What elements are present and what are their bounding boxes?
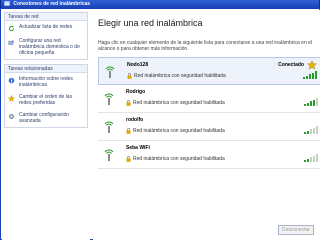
related-tasks-title: Tareas relacionadas <box>5 65 87 73</box>
advanced-settings-label: Cambiar configuración avanzada <box>19 112 70 124</box>
signal-bar <box>313 99 315 106</box>
signal-bar <box>304 132 306 134</box>
wireless-info-task[interactable]: Información sobre redes inalámbricas <box>5 73 87 91</box>
refresh-network-list-task[interactable]: Actualizar lista de redes <box>5 21 87 35</box>
network-tasks-title: Tareas de red <box>5 13 87 21</box>
gear-icon <box>9 114 14 119</box>
preferred-star-icon <box>307 60 317 70</box>
related-tasks-group: Tareas relacionadas Información sobre re… <box>4 64 88 128</box>
signal-bar <box>313 155 315 162</box>
signal-strength-bars <box>304 97 318 106</box>
wireless-signal-icon <box>104 93 114 105</box>
lock-icon <box>126 156 131 162</box>
signal-bar <box>312 72 314 79</box>
network-pane: Elegir una red inalámbrica Haga clic en … <box>93 10 320 240</box>
window-title: Conexiones de red inalámbricas <box>13 1 91 7</box>
signal-bar <box>315 71 317 79</box>
setup-wireless-label: Configurar una red inalámbrica doméstica… <box>19 38 80 56</box>
signal-bar <box>306 75 308 79</box>
signal-bar <box>307 158 309 162</box>
security-text: Red inalámbrica con seguridad habilitada <box>133 128 225 134</box>
network-name: rodolfo <box>126 117 144 123</box>
signal-bar <box>307 102 309 106</box>
task-pane: Tareas de red Actualizar lista de redes … <box>2 10 90 240</box>
signal-bar <box>316 154 318 162</box>
wireless-signal-icon <box>104 121 114 133</box>
change-preferred-order-label: Cambiar el orden de las redes preferidas <box>19 94 73 106</box>
signal-bar <box>310 129 312 134</box>
security-text: Red inalámbrica con seguridad habilitada <box>133 156 225 162</box>
advanced-settings-task[interactable]: Cambiar configuración avanzada <box>5 109 87 127</box>
network-tasks-group: Tareas de red Actualizar lista de redes … <box>4 12 88 60</box>
signal-strength-bars <box>304 125 318 134</box>
signal-strength-bars <box>303 70 317 79</box>
network-item[interactable]: Seba WiFi Red inalámbrica con seguridad … <box>98 141 320 169</box>
security-text: Red inalámbrica con seguridad habilitada <box>133 100 225 106</box>
setup-icon <box>8 40 15 45</box>
network-name: Rodrigo <box>126 89 146 95</box>
signal-bar <box>313 127 315 134</box>
signal-bar <box>316 126 318 134</box>
signal-strength-bars <box>304 153 318 162</box>
info-icon <box>8 77 15 84</box>
signal-bar <box>304 160 306 162</box>
title-bar: Conexiones de red inalámbricas <box>0 0 320 8</box>
signal-bar <box>316 98 318 106</box>
signal-bar <box>309 74 311 79</box>
network-item[interactable]: Nodo128 Conectado Red inalámbrica con se… <box>98 57 320 85</box>
signal-bar <box>310 157 312 162</box>
star-icon <box>8 95 15 102</box>
wireless-signal-icon <box>104 149 114 161</box>
signal-bar <box>303 77 305 79</box>
connection-status: Conectado <box>278 62 304 68</box>
network-app-icon <box>4 1 10 6</box>
signal-bar <box>310 101 312 106</box>
setup-wireless-task[interactable]: Configurar una red inalámbrica doméstica… <box>5 35 87 59</box>
window-frame: Tareas de red Actualizar lista de redes … <box>0 8 320 240</box>
refresh-network-list-label: Actualizar lista de redes <box>19 24 73 30</box>
lock-icon <box>127 73 132 79</box>
lock-icon <box>126 100 131 106</box>
change-preferred-order-task[interactable]: Cambiar el orden de las redes preferidas <box>5 91 87 109</box>
network-name: Nodo128 <box>127 62 149 68</box>
network-name: Seba WiFi <box>126 145 150 151</box>
wireless-signal-icon <box>105 66 115 78</box>
network-item[interactable]: Rodrigo Red inalámbrica con seguridad ha… <box>98 85 320 113</box>
signal-bar <box>307 130 309 134</box>
lock-icon <box>126 128 131 134</box>
disconnect-button[interactable]: Desconectar <box>278 225 314 235</box>
signal-bar <box>304 104 306 106</box>
network-list: Nodo128 Conectado Red inalámbrica con se… <box>98 57 320 169</box>
refresh-icon <box>8 25 15 32</box>
instructions-text: Haga clic en cualquier elemento de la si… <box>98 40 313 52</box>
security-text: Red inalámbrica con seguridad habilitada <box>134 73 226 79</box>
page-title: Elegir una red inalámbrica <box>98 18 203 28</box>
network-item[interactable]: rodolfo Red inalámbrica con seguridad ha… <box>98 113 320 141</box>
wireless-info-label: Información sobre redes inalámbricas <box>19 76 73 88</box>
